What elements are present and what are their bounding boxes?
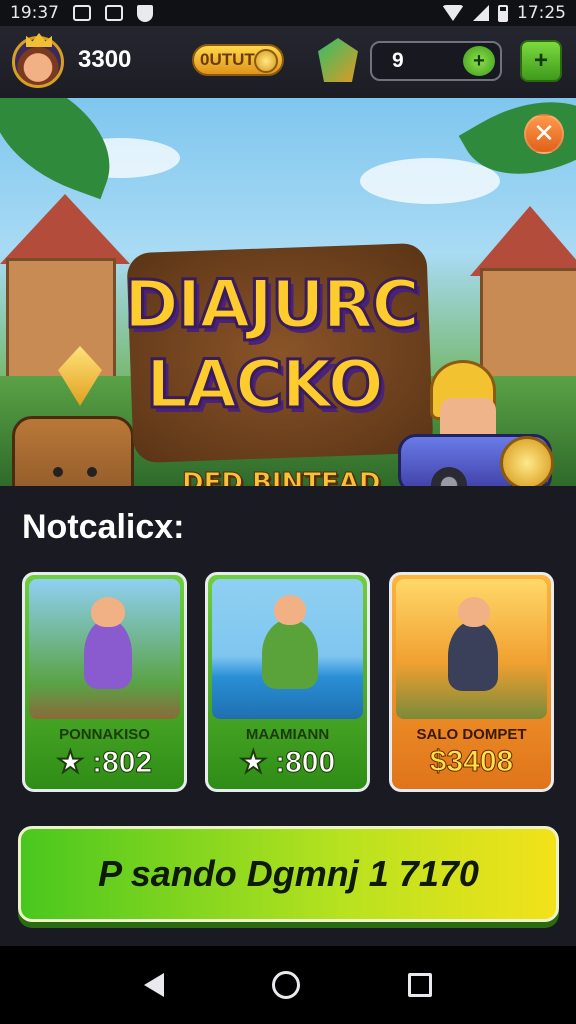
gem-icon[interactable] <box>318 38 358 82</box>
offer-card-art <box>29 579 180 719</box>
cloud <box>360 158 500 204</box>
close-banner-button[interactable]: ✕ <box>524 114 564 154</box>
game-screen: 19:37 17:25 3300 0UTUTO 9 + + DIAJURC LA… <box>0 0 576 1024</box>
character-figure <box>262 619 318 689</box>
shield-icon <box>137 4 153 22</box>
player-score: 3300 <box>78 46 132 73</box>
offer-card-name: SALO DOMPET <box>416 726 527 743</box>
offer-card-name: PONNAKISO <box>59 726 150 743</box>
system-nav-bar <box>0 946 576 1024</box>
player-avatar[interactable] <box>12 33 64 88</box>
eye <box>53 467 63 477</box>
status-time-left: 19:37 <box>10 3 59 23</box>
battery-icon <box>498 4 508 22</box>
offer-card[interactable]: SALO DOMPET $3408 <box>389 572 554 792</box>
message-icon <box>105 5 123 21</box>
treasure-chest-character <box>12 416 134 486</box>
eye <box>87 467 97 477</box>
house-roof <box>0 194 130 264</box>
offer-card[interactable]: MAAMIANN ★ :800 <box>205 572 370 792</box>
house-roof <box>470 206 576 276</box>
offer-card-price: $3408 <box>429 745 514 779</box>
character-head <box>274 595 306 625</box>
primary-action-button[interactable]: P sando Dgmnj 1 7170 <box>18 826 559 922</box>
menu-button[interactable]: + <box>520 40 562 82</box>
signal-icon <box>473 5 489 21</box>
key-count: 9 <box>392 49 404 72</box>
offer-card-art <box>396 579 547 719</box>
back-icon[interactable] <box>144 973 164 997</box>
offer-card-price: ★ :800 <box>239 746 336 780</box>
character-head <box>91 597 125 627</box>
gallery-icon <box>73 5 91 21</box>
home-icon[interactable] <box>272 971 300 999</box>
character-figure <box>448 621 498 691</box>
status-bar: 19:37 17:25 <box>0 0 576 26</box>
character-head <box>458 597 490 627</box>
coin-icon <box>254 49 278 73</box>
banner-title-line1: DIAJURC <box>123 265 422 345</box>
wheel <box>431 467 467 486</box>
offer-card-price: ★ :802 <box>56 746 153 780</box>
offer-card[interactable]: PONNAKISO ★ :802 <box>22 572 187 792</box>
status-time-right: 17:25 <box>517 3 566 23</box>
recent-apps-icon[interactable] <box>408 973 432 997</box>
coin-icon <box>500 436 554 486</box>
promo-banner[interactable]: DIAJURC LACKO DED BINTEAD <box>0 98 576 486</box>
offer-card-art <box>212 579 363 719</box>
banner-title-line2: LACKO <box>145 345 386 425</box>
key-counter[interactable]: 9 + <box>370 41 502 81</box>
character-figure <box>84 619 132 689</box>
wifi-icon <box>442 5 464 21</box>
crown-icon <box>26 33 52 47</box>
section-heading: Notcalicx: <box>22 508 185 546</box>
gold-currency-pill[interactable]: 0UTUTO <box>192 44 284 76</box>
banner-subtitle: DED BINTEAD <box>181 468 381 487</box>
offer-card-name: MAAMIANN <box>245 726 330 743</box>
add-keys-button[interactable]: + <box>463 46 495 76</box>
top-hud: 3300 0UTUTO 9 + + <box>0 26 576 98</box>
